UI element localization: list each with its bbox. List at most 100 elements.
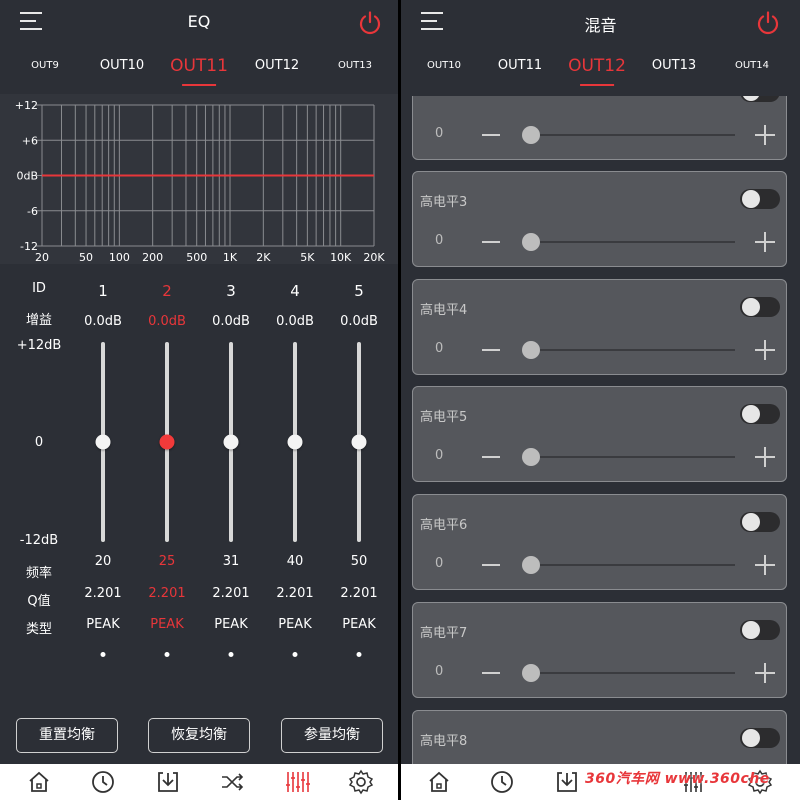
channel-toggle[interactable] — [740, 620, 780, 640]
band-q[interactable]: 2.201 — [212, 586, 249, 601]
decrease-button[interactable] — [482, 456, 500, 458]
tab-out10[interactable]: OUT10 — [427, 60, 461, 71]
increase-button[interactable] — [755, 340, 775, 360]
channel-toggle[interactable] — [740, 297, 780, 317]
decrease-button[interactable] — [482, 134, 500, 136]
band-indicator-dot — [100, 652, 106, 657]
home-icon[interactable] — [426, 769, 452, 795]
slider-thumb[interactable] — [522, 556, 540, 574]
slider-thumb[interactable] — [522, 126, 540, 144]
band-type[interactable]: PEAK — [342, 617, 375, 632]
page-title: EQ — [187, 12, 211, 31]
eq-screen: EQ OUT9 OUT10 OUT11 OUT12 OUT13 +12 +6 0dB… — [0, 0, 398, 800]
band-freq[interactable]: 20 — [95, 554, 112, 569]
band-freq[interactable]: 25 — [159, 554, 176, 569]
band-gain-slider[interactable] — [159, 342, 175, 542]
mixer-channel-list[interactable]: 0 高电平3 0 高电平4 0 高电平5 0 高电平6 0 高电平7 0 高电平… — [401, 96, 800, 764]
channel-toggle[interactable] — [740, 404, 780, 424]
slider-thumb[interactable] — [522, 448, 540, 466]
level-slider[interactable] — [525, 349, 735, 351]
power-icon[interactable] — [755, 10, 781, 36]
band-q[interactable]: 2.201 — [276, 586, 313, 601]
slider-thumb[interactable] — [522, 233, 540, 251]
slider-thumb[interactable] — [95, 434, 111, 450]
output-tabs: OUT10 OUT11 OUT12 OUT13 OUT14 — [401, 52, 800, 88]
level-slider[interactable] — [525, 456, 735, 458]
band-indicator-dot — [356, 652, 362, 657]
tab-out9[interactable]: OUT9 — [31, 60, 59, 71]
tab-out14[interactable]: OUT14 — [735, 60, 769, 71]
increase-button[interactable] — [755, 555, 775, 575]
parametric-eq-button[interactable]: 参量均衡 — [281, 718, 383, 753]
increase-button[interactable] — [755, 232, 775, 252]
mixer-card: 高电平8 — [412, 710, 787, 764]
tab-out11[interactable]: OUT11 — [170, 56, 228, 76]
channel-toggle[interactable] — [740, 189, 780, 209]
page-title: 混音 — [584, 16, 617, 35]
tab-out12[interactable]: OUT12 — [255, 58, 299, 73]
increase-button[interactable] — [755, 447, 775, 467]
channel-toggle[interactable] — [740, 512, 780, 532]
channel-toggle[interactable] — [740, 96, 780, 102]
gain-row-label: 增益 — [25, 313, 52, 328]
band-gain: 0.0dB — [276, 314, 314, 329]
shuffle-icon[interactable] — [219, 769, 245, 795]
band-q[interactable]: 2.201 — [148, 586, 185, 601]
decrease-button[interactable] — [482, 349, 500, 351]
decrease-button[interactable] — [482, 241, 500, 243]
band-freq[interactable]: 50 — [351, 554, 368, 569]
tab-out10[interactable]: OUT10 — [100, 58, 144, 73]
level-slider[interactable] — [525, 672, 735, 674]
decrease-button[interactable] — [482, 672, 500, 674]
band-q[interactable]: 2.201 — [340, 586, 377, 601]
download-icon[interactable] — [155, 769, 181, 795]
band-freq[interactable]: 31 — [223, 554, 240, 569]
band-indicator-dot — [228, 652, 234, 657]
slider-thumb[interactable] — [351, 434, 367, 450]
band-freq[interactable]: 40 — [287, 554, 304, 569]
reset-eq-button[interactable]: 重置均衡 — [16, 718, 118, 753]
eq-graph-canvas: +12+60dB-6-1220 50 100 200 500 1K 2K 5K 10K 20K — [15, 99, 386, 264]
band-id: 1 — [98, 282, 108, 300]
band-q[interactable]: 2.201 — [84, 586, 121, 601]
band-gain-slider[interactable] — [351, 342, 367, 542]
level-slider[interactable] — [525, 134, 735, 136]
band-gain-slider[interactable] — [287, 342, 303, 542]
level-slider[interactable] — [525, 241, 735, 243]
band-type[interactable]: PEAK — [214, 617, 247, 632]
slider-thumb[interactable] — [159, 434, 175, 450]
increase-button[interactable] — [755, 663, 775, 683]
tab-out12[interactable]: OUT12 — [568, 56, 626, 76]
clock-icon[interactable] — [90, 769, 116, 795]
slider-thumb[interactable] — [223, 434, 239, 450]
band-type[interactable]: PEAK — [86, 617, 119, 632]
channel-toggle[interactable] — [740, 728, 780, 748]
restore-eq-button[interactable]: 恢复均衡 — [148, 718, 250, 753]
x-axis-tick-label: 20K — [363, 251, 385, 264]
slider-thumb[interactable] — [522, 341, 540, 359]
tab-out13[interactable]: OUT13 — [652, 58, 696, 73]
power-icon[interactable] — [357, 10, 383, 36]
slider-thumb[interactable] — [287, 434, 303, 450]
home-icon[interactable] — [26, 769, 52, 795]
eq-response-graph: +12 +6 0dB -6 -12 20 50 100 200 500 1K 2K 5K 10K 20K — [0, 94, 398, 264]
settings-icon[interactable] — [348, 769, 374, 795]
increase-button[interactable] — [755, 125, 775, 145]
eq-sliders-icon[interactable] — [284, 769, 310, 795]
slider-thumb[interactable] — [522, 664, 540, 682]
band-type[interactable]: PEAK — [278, 617, 311, 632]
band-gain-slider[interactable] — [95, 342, 111, 542]
channel-value: 0 — [435, 448, 444, 463]
band-type[interactable]: PEAK — [150, 617, 183, 632]
mixer-card: 高电平6 0 — [412, 494, 787, 590]
mixer-card: 高电平4 0 — [412, 279, 787, 375]
x-axis-tick-label: 2K — [256, 251, 271, 264]
decrease-button[interactable] — [482, 564, 500, 566]
band-gain: 0.0dB — [212, 314, 250, 329]
download-icon[interactable] — [554, 769, 580, 795]
band-gain-slider[interactable] — [223, 342, 239, 542]
tab-out11[interactable]: OUT11 — [498, 58, 542, 73]
tab-out13[interactable]: OUT13 — [338, 60, 372, 71]
level-slider[interactable] — [525, 564, 735, 566]
clock-icon[interactable] — [489, 769, 515, 795]
